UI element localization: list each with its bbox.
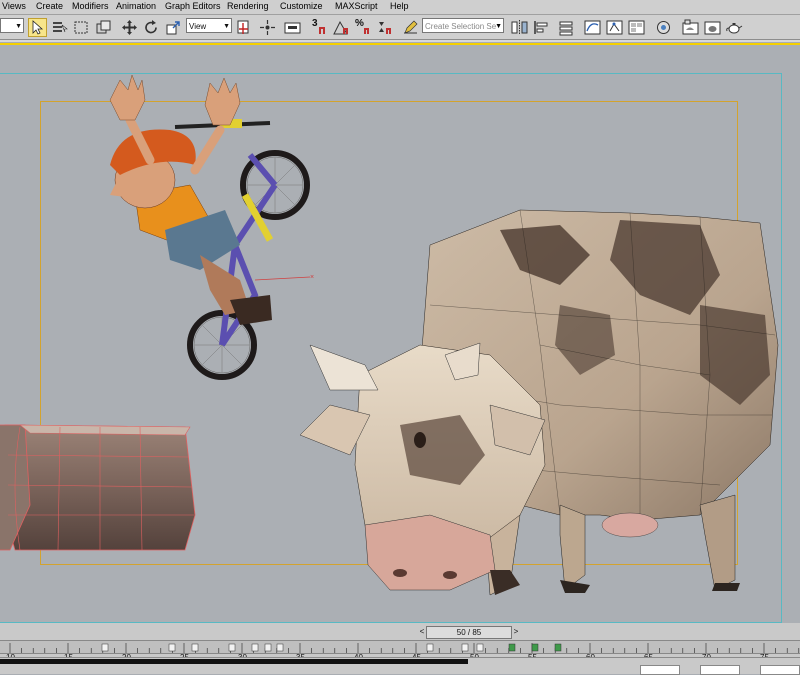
schematic-icon (606, 20, 623, 35)
material-editor-button[interactable] (627, 18, 646, 37)
rotate-button[interactable] (142, 18, 161, 37)
menu-maxscript[interactable]: MAXScript (335, 1, 378, 11)
rect-selection-button[interactable] (72, 18, 91, 37)
svg-text:×: × (310, 274, 314, 281)
teapot-icon (726, 23, 743, 34)
render-production-button[interactable] (703, 18, 722, 37)
mirror-button[interactable] (510, 18, 529, 37)
named-selection-set-input[interactable]: Create Selection Se ▼ (422, 18, 504, 33)
menu-graph-editors[interactable]: Graph Editors (165, 1, 221, 11)
render-teapot-icon (704, 21, 721, 35)
menu-animation[interactable]: Animation (116, 1, 156, 11)
align-icon (534, 21, 548, 34)
pivot-center-button[interactable] (235, 18, 254, 37)
keyframe-marker[interactable] (168, 643, 176, 652)
view-label: View (189, 22, 207, 31)
keyboard-shortcut-button[interactable] (283, 18, 302, 37)
coordinate-z-field[interactable] (760, 665, 800, 675)
quick-render-button[interactable] (725, 18, 744, 37)
snap-number-badge: 3 (312, 18, 318, 29)
biker-character[interactable]: × (109, 74, 314, 380)
keyframe-marker[interactable] (508, 643, 516, 652)
keyframe-marker[interactable] (554, 643, 562, 652)
time-progress-bar (0, 659, 468, 664)
curve-editor-icon (584, 20, 601, 35)
coordinate-x-field[interactable] (640, 665, 680, 675)
reference-coordinate-dropdown[interactable]: View ▼ (186, 18, 232, 33)
schematic-view-button[interactable] (605, 18, 624, 37)
selection-set-placeholder: Create Selection Se (425, 22, 497, 31)
layers-icon (559, 21, 573, 36)
coordinate-y-field[interactable] (700, 665, 740, 675)
menu-help[interactable]: Help (390, 1, 409, 11)
keyframe-marker[interactable] (426, 643, 434, 652)
material-editor-icon (628, 20, 645, 35)
menu-modifiers[interactable]: Modifiers (72, 1, 109, 11)
main-toolbar: ▼ View ▼ 3 % Create Selection Se ▼ (0, 15, 800, 40)
keyframe-marker[interactable] (531, 643, 539, 652)
perspective-viewport[interactable]: × (0, 43, 800, 623)
scene-render: × (0, 74, 779, 596)
scale-button[interactable] (164, 18, 183, 37)
edit-named-selection-button[interactable] (401, 18, 420, 37)
cow-model[interactable] (299, 209, 779, 596)
render-setup-button[interactable] (654, 18, 673, 37)
menu-rendering[interactable]: Rendering (227, 1, 269, 11)
menu-views[interactable]: Views (2, 1, 26, 11)
frame-counter: 50 / 85 (456, 628, 482, 637)
scale-icon (166, 21, 180, 35)
manipulate-icon (260, 20, 275, 35)
percent-snap-button[interactable]: % (353, 18, 372, 37)
move-icon (122, 20, 137, 35)
keyframe-marker[interactable] (251, 643, 259, 652)
keyframe-marker[interactable] (264, 643, 272, 652)
time-slider[interactable]: 50 / 85 (426, 626, 512, 639)
rectangle-selection-icon (74, 21, 88, 34)
keyframe-marker[interactable] (276, 643, 284, 652)
keyframe-marker[interactable] (461, 643, 469, 652)
menu-create[interactable]: Create (36, 1, 63, 11)
select-object-button[interactable] (28, 18, 47, 37)
prev-frame-arrow[interactable]: < (418, 626, 426, 637)
keyboard-icon (284, 22, 301, 34)
align-button[interactable] (532, 18, 551, 37)
layer-manager-button[interactable] (557, 18, 576, 37)
toolbar-separator (0, 40, 800, 42)
select-by-name-button[interactable] (50, 18, 69, 37)
keyframe-marker[interactable] (191, 643, 199, 652)
track-bar[interactable] (0, 640, 800, 654)
percent-badge: % (355, 18, 364, 29)
select-arrow-icon (32, 20, 44, 35)
angle-snap-button[interactable] (331, 18, 350, 37)
teapot-settings-icon (657, 21, 670, 34)
menu-customize[interactable]: Customize (280, 1, 323, 11)
curve-editor-button[interactable] (583, 18, 602, 37)
pencil-icon (404, 20, 418, 34)
list-icon (53, 22, 68, 33)
keyframe-marker[interactable] (228, 643, 236, 652)
mirror-icon (511, 20, 528, 35)
next-frame-arrow[interactable]: > (512, 626, 520, 637)
spinner-snap-icon (379, 22, 391, 34)
frame-window-icon (682, 19, 699, 35)
spinner-snap-button[interactable] (375, 18, 394, 37)
filter-dropdown[interactable]: ▼ (0, 18, 24, 33)
select-manipulate-button[interactable] (258, 18, 277, 37)
crossing-icon (96, 20, 111, 34)
rendered-frame-window-button[interactable] (681, 18, 700, 37)
barrel-mesh[interactable] (0, 424, 196, 551)
angle-snap-icon (333, 20, 348, 35)
rotate-icon (145, 20, 157, 34)
move-button[interactable] (120, 18, 139, 37)
track-bar-ticks (9, 643, 800, 653)
snaps-toggle-button[interactable]: 3 (309, 18, 328, 37)
keyframe-marker[interactable] (476, 643, 484, 652)
window-crossing-button[interactable] (94, 18, 113, 37)
menu-bar: Views Create Modifiers Animation Graph E… (0, 0, 800, 15)
keyframe-marker[interactable] (101, 643, 109, 652)
pivot-icon (237, 20, 249, 34)
